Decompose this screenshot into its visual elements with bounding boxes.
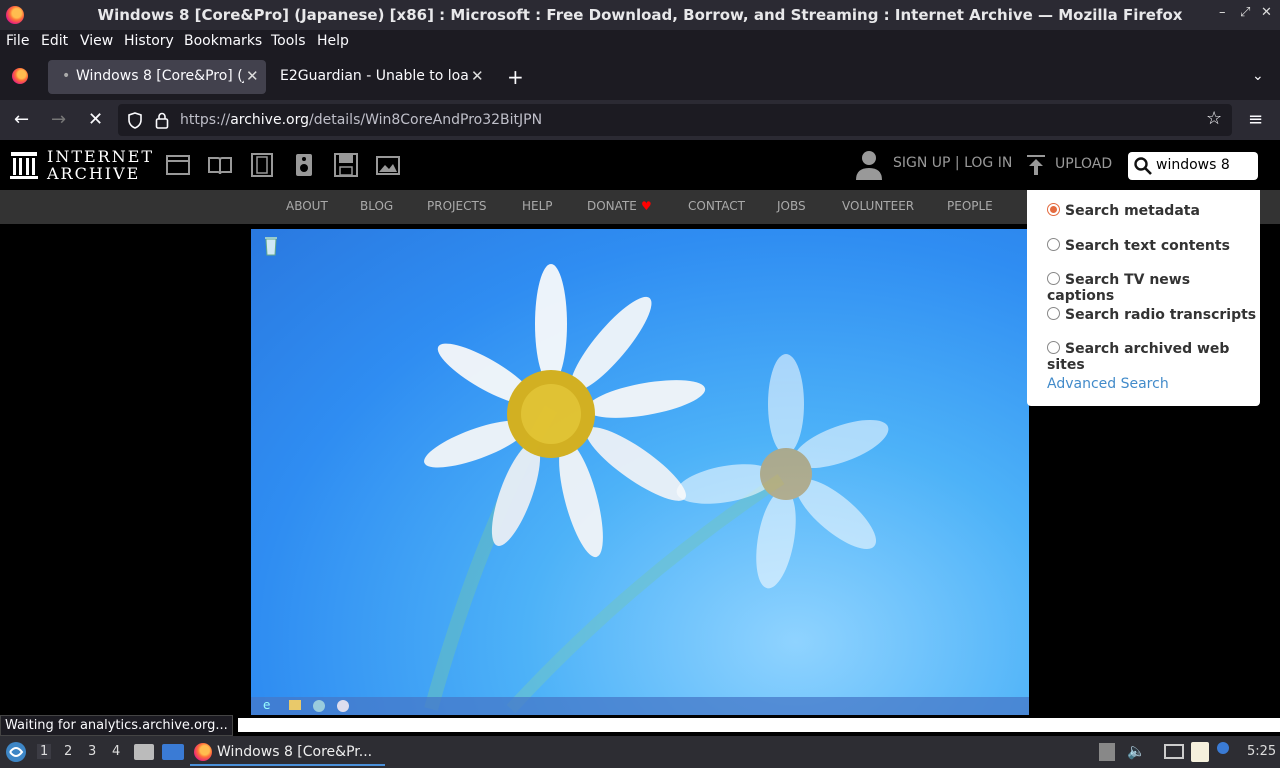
upload-link[interactable]: UPLOAD bbox=[1055, 156, 1112, 172]
maximize-button[interactable]: ⤢ bbox=[1240, 5, 1250, 20]
eject-icon[interactable] bbox=[1099, 743, 1115, 761]
images-icon[interactable] bbox=[376, 153, 400, 177]
menu-tools[interactable]: Tools bbox=[271, 33, 306, 49]
option-search-radio[interactable]: Search radio transcripts bbox=[1047, 307, 1256, 323]
search-options-dropdown: Search metadata Search text contents Sea… bbox=[1027, 190, 1260, 406]
radio-unchecked-icon[interactable] bbox=[1047, 272, 1060, 285]
nav-projects[interactable]: PROJECTS bbox=[427, 199, 486, 213]
tab-label: E2Guardian - Unable to load bbox=[280, 68, 468, 84]
nav-donate[interactable]: DONATE bbox=[587, 199, 637, 213]
software-floppy-icon[interactable] bbox=[334, 153, 358, 177]
firefox-icon bbox=[194, 743, 212, 761]
nav-volunteer[interactable]: VOLUNTEER bbox=[842, 199, 914, 213]
video-film-icon[interactable] bbox=[250, 153, 274, 177]
tab-close-icon[interactable]: ✕ bbox=[471, 67, 484, 85]
radio-unchecked-icon[interactable] bbox=[1047, 238, 1060, 251]
firefox-view-icon[interactable] bbox=[12, 68, 28, 84]
workspace-4[interactable]: 4 bbox=[112, 744, 120, 759]
ia-building-icon bbox=[10, 152, 38, 179]
tab-label: Windows 8 [Core&Pro] (J bbox=[76, 68, 244, 84]
advanced-search-link[interactable]: Advanced Search bbox=[1047, 376, 1169, 392]
file-manager-icon[interactable] bbox=[134, 744, 154, 760]
emulator-bottom-strip bbox=[238, 718, 1280, 732]
search-icon bbox=[1134, 157, 1152, 175]
minimize-button[interactable]: – bbox=[1219, 5, 1226, 20]
menu-help[interactable]: Help bbox=[317, 33, 349, 49]
menu-history[interactable]: History bbox=[124, 33, 174, 49]
window-titlebar: Windows 8 [Core&Pro] (Japanese) [x86] : … bbox=[0, 0, 1280, 30]
nav-help[interactable]: HELP bbox=[522, 199, 553, 213]
lock-icon[interactable] bbox=[155, 112, 169, 129]
workspace-2[interactable]: 2 bbox=[64, 744, 72, 759]
web-icon[interactable] bbox=[166, 153, 190, 177]
upload-arrow-icon[interactable] bbox=[1026, 154, 1046, 176]
option-search-web[interactable]: Search archived web sites bbox=[1047, 341, 1260, 373]
desktop-icon[interactable] bbox=[162, 744, 184, 760]
os-taskbar: 1 2 3 4 Windows 8 [Core&Pr... 🔈 5:25 bbox=[0, 736, 1280, 768]
clipboard-icon[interactable] bbox=[1191, 742, 1209, 762]
ia-logo-line2: ARCHIVE bbox=[47, 164, 141, 183]
url-text[interactable]: https://archive.org/details/Win8CoreAndP… bbox=[180, 112, 542, 128]
window-title: Windows 8 [Core&Pro] (Japanese) [x86] : … bbox=[97, 6, 1183, 24]
workspace-3[interactable]: 3 bbox=[88, 744, 96, 759]
search-input[interactable]: windows 8 bbox=[1128, 152, 1258, 180]
nav-jobs[interactable]: JOBS bbox=[777, 199, 806, 213]
menu-bar: File Edit View History Bookmarks Tools H… bbox=[0, 30, 1280, 54]
option-search-tv[interactable]: Search TV news captions bbox=[1047, 272, 1260, 304]
back-arrow-icon[interactable]: ← bbox=[14, 109, 29, 130]
menu-file[interactable]: File bbox=[6, 33, 29, 49]
radio-checked-icon[interactable] bbox=[1047, 203, 1060, 216]
ie-icon: e bbox=[263, 698, 271, 712]
explorer-folder-icon bbox=[289, 700, 301, 710]
wallpaper-flowers bbox=[424, 264, 889, 714]
nav-people[interactable]: PEOPLE bbox=[947, 199, 993, 213]
hamburger-menu-icon[interactable]: ≡ bbox=[1248, 109, 1263, 130]
media-icon bbox=[313, 700, 325, 712]
ia-header: INTERNET ARCHIVE SIGN UP | LOG IN UPLOAD… bbox=[0, 140, 1280, 190]
status-area: Waiting for analytics.archive.org... bbox=[0, 715, 1280, 736]
nav-contact[interactable]: CONTACT bbox=[688, 199, 745, 213]
close-window-button[interactable]: ✕ bbox=[1261, 5, 1272, 20]
shield-icon[interactable] bbox=[127, 112, 143, 129]
tab-dot-icon: • bbox=[62, 68, 71, 84]
taskbar-firefox-window[interactable]: Windows 8 [Core&Pr... bbox=[190, 738, 385, 766]
workspace-1[interactable]: 1 bbox=[37, 744, 52, 759]
task-label: Windows 8 [Core&Pr... bbox=[217, 744, 373, 760]
volume-icon[interactable]: 🔈 bbox=[1127, 742, 1146, 760]
audio-speaker-icon[interactable] bbox=[292, 153, 316, 177]
url-bar[interactable]: https://archive.org/details/Win8CoreAndP… bbox=[118, 104, 1232, 136]
tab-windows8[interactable]: • Windows 8 [Core&Pro] (J ✕ bbox=[48, 60, 266, 94]
user-avatar-icon[interactable] bbox=[855, 149, 883, 181]
signup-login-link[interactable]: SIGN UP | LOG IN bbox=[893, 155, 1012, 171]
tab-bar: • Windows 8 [Core&Pro] (J ✕ E2Guardian -… bbox=[0, 54, 1280, 100]
radio-unchecked-icon[interactable] bbox=[1047, 307, 1060, 320]
emulator-screen[interactable]: e bbox=[251, 229, 1029, 715]
network-icon[interactable] bbox=[1164, 744, 1184, 759]
notification-icon[interactable] bbox=[1217, 742, 1229, 754]
app-icon bbox=[337, 700, 349, 712]
forward-arrow-icon[interactable]: → bbox=[51, 109, 66, 130]
navigation-bar: ← → ✕ https://archive.org/details/Win8Co… bbox=[0, 100, 1280, 140]
stop-loading-icon[interactable]: ✕ bbox=[88, 109, 103, 130]
status-message: Waiting for analytics.archive.org... bbox=[0, 715, 233, 736]
list-tabs-chevron-icon[interactable]: ⌄ bbox=[1252, 68, 1264, 84]
clock[interactable]: 5:25 bbox=[1247, 744, 1276, 759]
tab-e2guardian[interactable]: E2Guardian - Unable to load ✕ bbox=[268, 60, 490, 94]
menu-bookmarks[interactable]: Bookmarks bbox=[184, 33, 262, 49]
new-tab-button[interactable]: + bbox=[507, 65, 524, 89]
tab-close-icon[interactable]: ✕ bbox=[246, 67, 259, 85]
nav-about[interactable]: ABOUT bbox=[286, 199, 328, 213]
option-search-metadata[interactable]: Search metadata bbox=[1047, 203, 1200, 219]
start-menu-icon[interactable] bbox=[5, 741, 27, 763]
option-search-text[interactable]: Search text contents bbox=[1047, 238, 1230, 254]
menu-view[interactable]: View bbox=[80, 33, 113, 49]
radio-unchecked-icon[interactable] bbox=[1047, 341, 1060, 354]
search-input-value: windows 8 bbox=[1156, 157, 1230, 173]
win8-taskbar: e bbox=[251, 697, 1029, 715]
heart-icon: ♥ bbox=[641, 199, 652, 213]
nav-blog[interactable]: BLOG bbox=[360, 199, 393, 213]
bookmark-star-icon[interactable]: ☆ bbox=[1206, 108, 1222, 129]
texts-book-icon[interactable] bbox=[208, 153, 232, 177]
menu-edit[interactable]: Edit bbox=[41, 33, 68, 49]
